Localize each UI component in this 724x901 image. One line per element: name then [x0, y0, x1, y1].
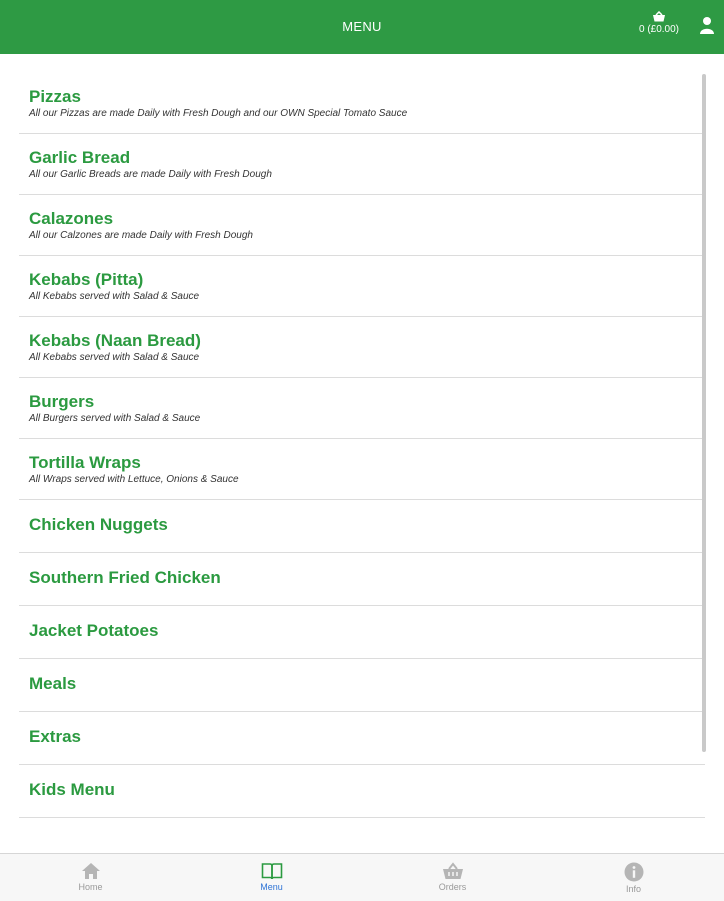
basket-count: 0 (£0.00) [638, 24, 680, 35]
home-icon [81, 863, 100, 879]
page-title: MENU [342, 19, 382, 34]
basket-icon [442, 862, 463, 879]
tab-label: Home [78, 882, 103, 892]
menu-category-kebabs-naan[interactable]: Kebabs (Naan Bread) All Kebabs served wi… [19, 317, 705, 378]
tab-orders[interactable]: Orders [362, 854, 543, 901]
category-name: Garlic Bread [29, 148, 131, 167]
tab-home[interactable]: Home [0, 854, 181, 901]
menu-category-southern-fried-chicken[interactable]: Southern Fried Chicken [19, 553, 705, 606]
category-name: Tortilla Wraps [29, 453, 141, 472]
tab-label: Orders [438, 882, 467, 892]
category-name: Kids Menu [29, 780, 115, 799]
category-description: All our Garlic Breads are made Daily wit… [29, 169, 272, 180]
menu-category-calzones[interactable]: Calazones All our Calzones are made Dail… [19, 195, 705, 256]
book-icon [261, 863, 282, 880]
menu-category-garlic-bread[interactable]: Garlic Bread All our Garlic Breads are m… [19, 134, 705, 195]
tab-label: Menu [260, 882, 283, 892]
basket-button[interactable]: 0 (£0.00) [633, 11, 685, 35]
category-description: All Burgers served with Salad & Sauce [29, 413, 201, 424]
account-button[interactable] [699, 16, 715, 39]
category-name: Burgers [29, 392, 95, 411]
menu-category-extras[interactable]: Extras [19, 712, 705, 765]
menu-category-chicken-nuggets[interactable]: Chicken Nuggets [19, 500, 705, 553]
tab-label: Info [625, 884, 641, 894]
category-name: Jacket Potatoes [29, 621, 159, 640]
category-name: Extras [29, 727, 81, 746]
category-name: Chicken Nuggets [29, 515, 168, 534]
category-description: All Kebabs served with Salad & Sauce [29, 352, 200, 363]
category-name: Southern Fried Chicken [29, 568, 221, 587]
category-description: All Wraps served with Lettuce, Onions & … [29, 474, 239, 485]
category-description: All our Pizzas are made Daily with Fresh… [29, 108, 408, 119]
tab-info[interactable]: Info [543, 854, 724, 901]
top-app-bar: MENU 0 (£0.00) [0, 0, 724, 54]
bottom-navigation: Home Menu Orders Info [0, 853, 724, 901]
category-name: Meals [29, 674, 77, 693]
user-icon [700, 17, 714, 34]
menu-category-tortilla-wraps[interactable]: Tortilla Wraps All Wraps served with Let… [19, 439, 705, 500]
menu-category-kebabs-pitta[interactable]: Kebabs (Pitta) All Kebabs served with Sa… [19, 256, 705, 317]
category-name: Pizzas [29, 87, 81, 106]
menu-category-pizzas[interactable]: Pizzas All our Pizzas are made Daily wit… [19, 73, 705, 134]
scrollbar[interactable] [702, 74, 706, 752]
category-name: Calazones [29, 209, 114, 228]
menu-category-meals[interactable]: Meals [19, 659, 705, 712]
tab-menu[interactable]: Menu [181, 854, 362, 901]
category-description: All Kebabs served with Salad & Sauce [29, 291, 200, 302]
menu-category-list: Pizzas All our Pizzas are made Daily wit… [19, 73, 705, 818]
basket-icon [653, 11, 665, 22]
menu-category-kids-menu[interactable]: Kids Menu [19, 765, 705, 818]
category-description: All our Calzones are made Daily with Fre… [29, 230, 253, 241]
category-name: Kebabs (Naan Bread) [29, 331, 201, 350]
info-icon [624, 862, 643, 882]
menu-category-jacket-potatoes[interactable]: Jacket Potatoes [19, 606, 705, 659]
category-name: Kebabs (Pitta) [29, 270, 144, 289]
menu-category-burgers[interactable]: Burgers All Burgers served with Salad & … [19, 378, 705, 439]
